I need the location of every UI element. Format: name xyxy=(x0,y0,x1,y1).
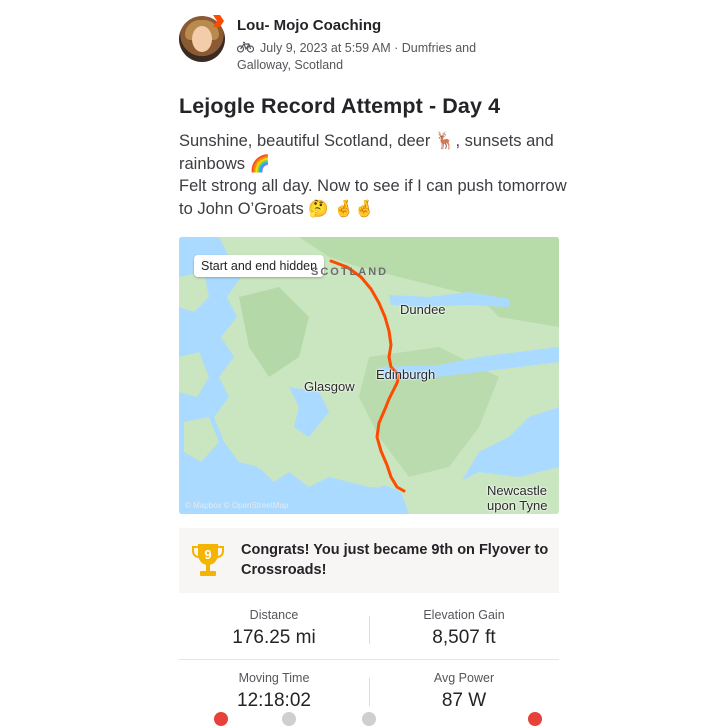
stat-value: 87 W xyxy=(441,690,487,711)
subscriber-badge-icon xyxy=(213,15,224,27)
stat-label: Elevation Gain xyxy=(423,608,505,622)
activity-stats: Distance 176.25 mi Elevation Gain 8,507 … xyxy=(179,596,559,720)
stat-label: Avg Power xyxy=(433,671,495,685)
stat-row-divider xyxy=(179,659,559,660)
city-label-glasgow: Glasgow xyxy=(304,379,355,394)
city-label-dundee: Dundee xyxy=(400,302,446,317)
stat-distance: Distance 176.25 mi xyxy=(179,608,369,649)
achievement-rank: 9 xyxy=(204,547,211,562)
stat-moving-time: Moving Time 12:18:02 xyxy=(179,671,369,712)
stat-divider xyxy=(369,678,370,706)
avatar[interactable] xyxy=(179,15,225,62)
stat-value: 8,507 ft xyxy=(432,627,496,648)
achievement-banner[interactable]: 9 Congrats! You just became 9th on Flyov… xyxy=(179,528,559,593)
stat-divider xyxy=(369,616,370,644)
kudos-avatar[interactable] xyxy=(214,712,228,726)
stat-value: 176.25 mi xyxy=(232,627,316,648)
trophy-icon: 9 xyxy=(192,544,224,576)
activity-date-location: July 9, 2023 at 5:59 AM · Dumfries and G… xyxy=(237,41,477,72)
activity-header: Lou- Mojo Coaching July 9, 2023 at 5:59 … xyxy=(179,14,579,74)
activity-meta: July 9, 2023 at 5:59 AM · Dumfries and G… xyxy=(237,40,487,74)
city-label-newcastle: Newcastle upon Tyne xyxy=(487,483,548,513)
start-end-hidden-label: Start and end hidden xyxy=(194,255,325,277)
activity-description: Sunshine, beautiful Scotland, deer 🦌, su… xyxy=(179,132,567,218)
stat-avg-power: Avg Power 87 W xyxy=(369,671,559,712)
kudos-avatar[interactable] xyxy=(362,712,376,726)
stat-label: Moving Time xyxy=(238,671,310,685)
map-attribution: © Mapbox © OpenStreetMap xyxy=(185,501,289,510)
stat-label: Distance xyxy=(249,608,299,622)
stat-elevation-gain: Elevation Gain 8,507 ft xyxy=(369,608,559,649)
activity-title[interactable]: Lejogle Record Attempt - Day 4 xyxy=(179,94,500,119)
map-background xyxy=(179,237,559,514)
athlete-name[interactable]: Lou- Mojo Coaching xyxy=(237,17,381,34)
bike-icon xyxy=(237,41,254,53)
kudos-avatar[interactable] xyxy=(282,712,296,726)
route-map[interactable]: Start and end hidden SCOTLAND Dundee Gla… xyxy=(179,237,559,514)
stat-value: 12:18:02 xyxy=(237,690,311,711)
city-label-edinburgh: Edinburgh xyxy=(376,367,436,382)
region-label: SCOTLAND xyxy=(311,266,389,278)
kudos-avatar[interactable] xyxy=(528,712,542,726)
achievement-text: Congrats! You just became 9th on Flyover… xyxy=(241,542,549,578)
